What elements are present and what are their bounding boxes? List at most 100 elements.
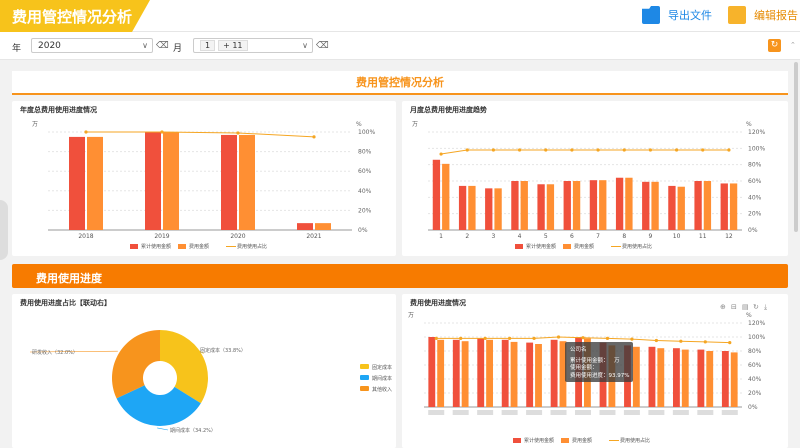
legend-label: 费用金额	[572, 437, 592, 444]
rate-line	[86, 131, 315, 138]
x-tick-label-blurred	[672, 410, 689, 415]
chart-title: 费用使用进度情况	[410, 299, 466, 307]
folder-upload-icon	[642, 6, 660, 24]
edit-label: 编辑报告	[754, 9, 798, 22]
company-progress-chart: 万 %120% 100% 80% 60% 40% 20% 0% 累计使用金额 费用金额 费用使用占比…	[408, 303, 767, 444]
rate-point	[701, 148, 705, 152]
bar-budget	[572, 181, 581, 230]
export-file-button[interactable]: 导出文件	[642, 6, 712, 24]
bar-used	[648, 346, 656, 407]
bar-used	[526, 342, 534, 407]
x-tick-label-blurred	[428, 410, 445, 415]
refresh-icon[interactable]: ↻	[768, 39, 781, 52]
bar-budget	[677, 186, 685, 230]
year-select[interactable]: 2020 ∨	[31, 38, 153, 53]
month-tag-more: + 11	[218, 40, 248, 51]
x-tick-label: 9	[649, 233, 653, 240]
bar-budget	[729, 183, 738, 230]
x-tick-label-blurred	[697, 410, 714, 415]
x-tick-label: 5	[544, 233, 548, 240]
pie-chart: 固定成本（33.8%） 固定成本期间成本（34.2%） 期间成本 研发收入（32.0%…	[29, 330, 392, 434]
edit-report-button[interactable]: 编辑报告	[728, 6, 798, 24]
year-label: 年	[12, 44, 22, 54]
x-tick-label-blurred	[599, 410, 616, 415]
x-tick-label: 1	[439, 233, 443, 240]
right-tick-label: 40%	[748, 194, 762, 201]
bar-budget	[703, 181, 712, 230]
legend-swatch	[561, 438, 569, 443]
legend-label: 费用使用占比	[622, 243, 652, 250]
bar-budget	[706, 351, 714, 407]
rate-point	[674, 148, 679, 152]
progress-section-title: 费用使用进度	[36, 272, 102, 285]
edit-icon	[728, 6, 746, 24]
x-tick-label: 2019	[154, 233, 169, 240]
x-tick-label: 10	[673, 233, 681, 240]
rate-point	[728, 341, 732, 345]
chevron-down-icon: ∨	[142, 41, 148, 50]
clear-year-icon[interactable]: ⌫	[156, 41, 169, 51]
bar-used	[589, 180, 598, 230]
pie-label: 期间成本（34.2%）	[170, 427, 216, 434]
rate-point	[654, 338, 658, 343]
legend-label: 累计使用金额	[526, 243, 556, 250]
bar-used	[537, 184, 545, 230]
section-title: 费用管控情况分析	[356, 76, 444, 89]
month-select[interactable]: 1 + 11 ∨	[193, 38, 313, 53]
x-tick-label: 2020	[230, 233, 245, 240]
right-tick-label: 0%	[748, 227, 758, 234]
left-unit: 万	[408, 312, 414, 319]
rate-point	[570, 148, 574, 152]
pie-slice	[111, 330, 160, 399]
monthly-trend-card: 月度总费用使用进度趋势 万% 120% 100% 80% 60% 40% 20% 0% 1 2 3 4…	[402, 101, 788, 256]
rate-point	[727, 148, 731, 152]
chart-toolbox-icon: ↻	[753, 303, 759, 311]
x-tick-label: 4	[518, 233, 522, 240]
pie-slice	[160, 330, 208, 404]
right-tick-label: 40%	[748, 376, 762, 383]
bar-used	[501, 339, 509, 407]
rate-point	[679, 339, 683, 343]
right-tick-label: 60%	[748, 362, 762, 369]
right-tick-label: 20%	[358, 207, 372, 214]
expand-icon[interactable]: ⌃	[790, 41, 796, 53]
bar-used	[615, 177, 624, 230]
left-unit: 万	[32, 121, 38, 128]
monthly-trend-chart: 万 %120%100%80%60%40%20%0%1 2 3 4 5 6 7 8 9 10 11 12累…	[412, 121, 765, 250]
right-tick-label: 120%	[748, 320, 765, 327]
rate-point	[236, 131, 240, 135]
right-tick-label: 100%	[748, 334, 765, 341]
rate-point	[605, 336, 610, 340]
legend-swatch	[515, 244, 523, 249]
pie-label: 研发收入（32.0%）	[32, 349, 78, 356]
x-tick-label-blurred	[501, 410, 518, 415]
month-label: 月	[173, 44, 183, 54]
bar-budget	[163, 132, 179, 230]
bar-budget	[486, 339, 494, 407]
legend-swatch	[563, 244, 571, 249]
bar-budget	[599, 180, 607, 230]
side-collapse-handle[interactable]	[0, 200, 8, 260]
rate-point	[703, 340, 707, 344]
bar-used	[550, 339, 558, 407]
bar-budget	[461, 341, 469, 407]
rate-point	[312, 135, 316, 139]
legend-swatch	[513, 438, 521, 443]
bar-budget	[546, 184, 555, 230]
x-tick-label: 7	[596, 233, 600, 240]
chart-title: 费用使用进度占比【联动右】	[20, 299, 111, 307]
bar-used	[452, 339, 460, 407]
rate-point	[483, 336, 487, 340]
bar-used	[511, 181, 519, 230]
x-tick-label-blurred	[623, 410, 640, 415]
x-tick-label: 2	[465, 233, 469, 240]
bar-budget	[87, 136, 103, 230]
chart-toolbox-icon: ⊕	[720, 303, 726, 311]
vertical-scrollbar[interactable]	[794, 62, 798, 232]
bar-used	[432, 159, 441, 230]
bar-budget	[681, 349, 689, 407]
bar-budget	[651, 181, 659, 230]
clear-month-icon[interactable]: ⌫	[316, 41, 329, 51]
right-tick-label: 20%	[748, 211, 762, 218]
chart-title: 月度总费用使用进度趋势	[410, 106, 487, 114]
